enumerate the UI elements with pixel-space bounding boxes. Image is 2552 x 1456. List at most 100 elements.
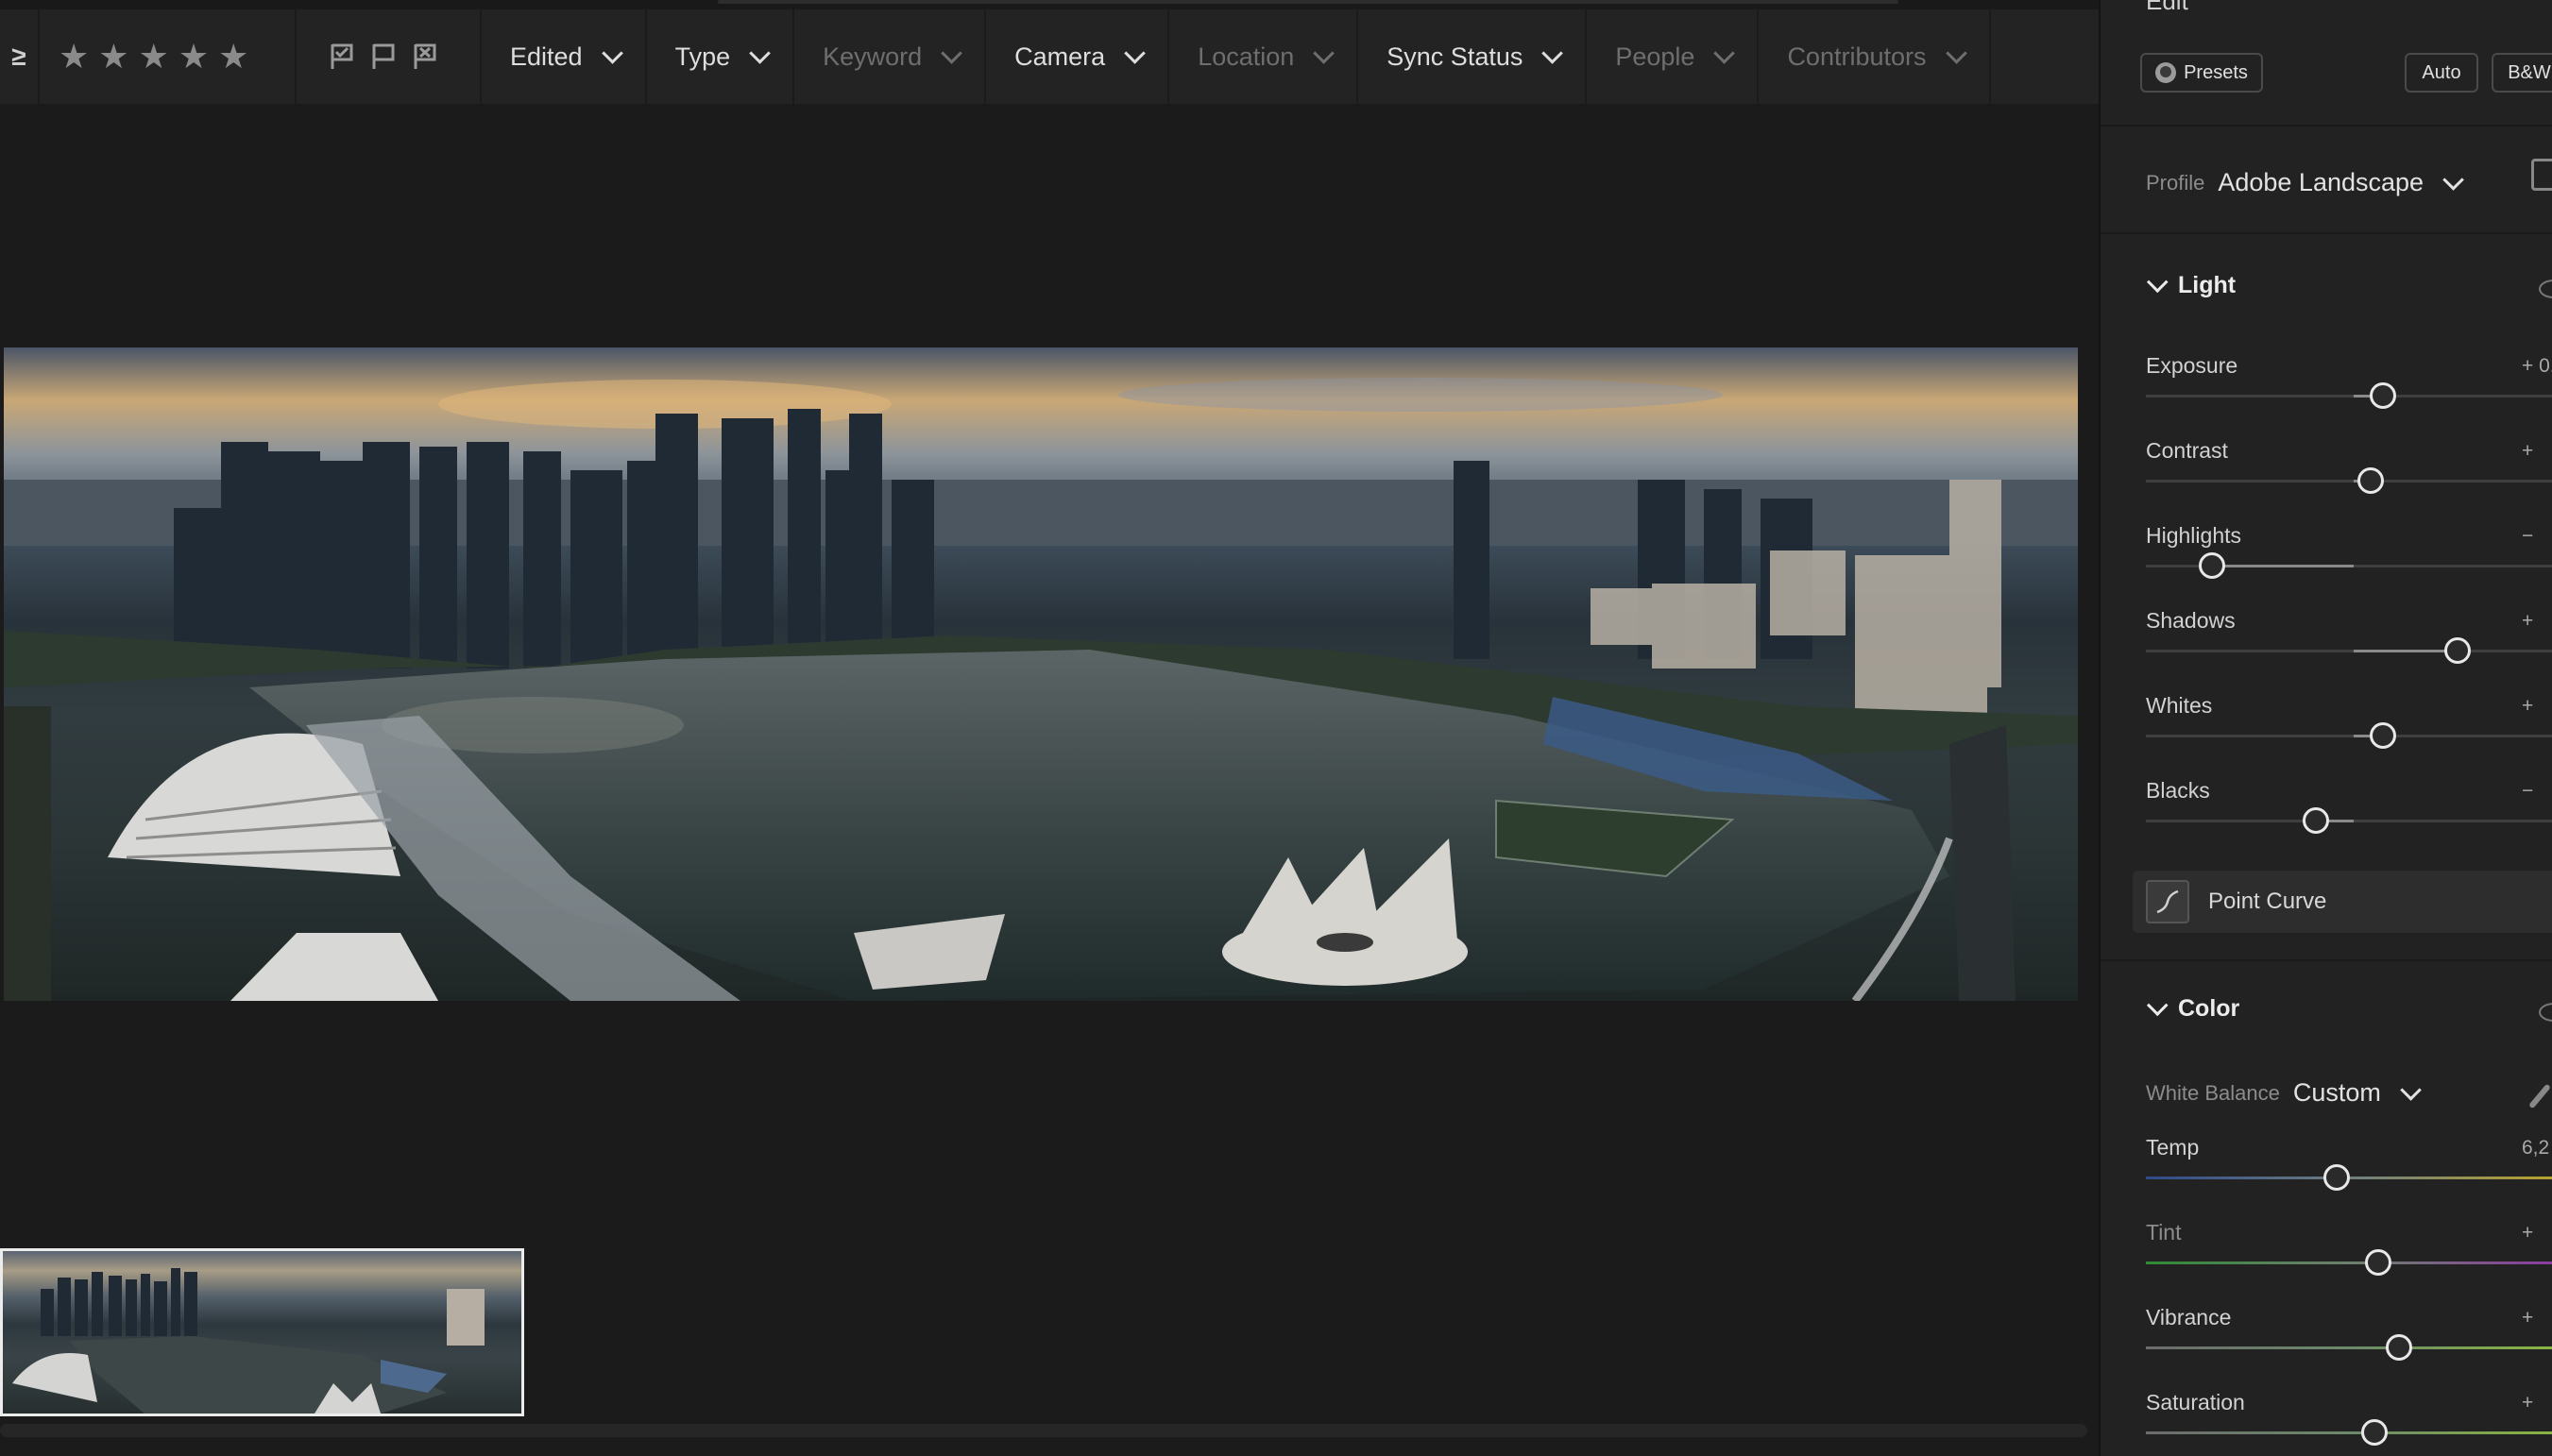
point-curve-label: Point Curve — [2208, 889, 2327, 914]
window-top-strip — [0, 0, 2099, 9]
vibrance-slider-knob[interactable] — [2386, 1334, 2413, 1361]
picked-flag-icon[interactable] — [329, 42, 355, 71]
point-curve-button[interactable]: Point Curve — [2133, 871, 2552, 933]
filter-people[interactable]: People — [1587, 9, 1760, 104]
filter-edited[interactable]: Edited — [482, 9, 647, 104]
tint-slider-knob[interactable] — [2365, 1249, 2392, 1276]
presets-button[interactable]: Presets — [2140, 53, 2263, 93]
divider — [2101, 125, 2552, 127]
chevron-down-icon — [1713, 42, 1736, 64]
contrast-slider[interactable] — [2146, 467, 2552, 494]
filmstrip-scrollbar[interactable] — [0, 1424, 2087, 1437]
filter-type[interactable]: Type — [647, 9, 795, 104]
highlights-label: Highlights — [2146, 523, 2241, 548]
tint-value[interactable]: + — [2522, 1222, 2533, 1244]
chevron-down-icon — [2146, 993, 2169, 1016]
tint-slider[interactable] — [2146, 1249, 2552, 1276]
white-balance-value: Custom — [2292, 1078, 2381, 1107]
blacks-slider-knob[interactable] — [2303, 807, 2330, 834]
tint-label: Tint — [2146, 1220, 2182, 1244]
profile-browser-icon[interactable] — [2531, 159, 2552, 191]
curve-icon — [2146, 880, 2189, 923]
filter-contributors-label: Contributors — [1787, 42, 1927, 71]
blacks-slider[interactable] — [2146, 807, 2552, 834]
filter-keyword[interactable]: Keyword — [794, 9, 987, 104]
shadows-slider[interactable] — [2146, 637, 2552, 664]
filter-location[interactable]: Location — [1169, 9, 1359, 104]
star-rating-filter: ★ ★ ★ ★ ★ — [40, 9, 297, 104]
star-icon-5[interactable]: ★ — [218, 40, 248, 74]
filter-toggle-button[interactable]: ≥ — [0, 9, 40, 104]
top-scroll-indicator[interactable] — [718, 0, 1898, 4]
rejected-flag-icon[interactable] — [412, 42, 438, 71]
vibrance-label: Vibrance — [2146, 1305, 2232, 1329]
chevron-down-icon — [601, 42, 623, 64]
shadows-slider-knob[interactable] — [2444, 637, 2471, 664]
divider — [2101, 959, 2552, 961]
temp-value[interactable]: 6,2 — [2522, 1137, 2549, 1160]
profile-selector[interactable]: Profile Adobe Landscape — [2146, 168, 2464, 197]
shadows-value[interactable]: + — [2522, 610, 2533, 633]
filter-people-label: People — [1615, 42, 1695, 71]
chevron-down-icon — [2400, 1078, 2422, 1101]
chevron-down-icon — [1945, 42, 1967, 64]
contrast-value[interactable]: + — [2522, 440, 2533, 463]
filter-bar: ≥ ★ ★ ★ ★ ★ Edited Type Keyword Camera L… — [0, 9, 2099, 104]
chevron-down-icon — [1541, 42, 1564, 64]
star-icon-3[interactable]: ★ — [139, 40, 169, 74]
light-section-header[interactable]: Light — [2146, 270, 2237, 299]
filter-camera[interactable]: Camera — [986, 9, 1170, 104]
flag-filter — [297, 9, 482, 104]
highlights-slider-knob[interactable] — [2199, 552, 2226, 579]
filter-location-label: Location — [1198, 42, 1295, 71]
blacks-value[interactable]: − — [2522, 780, 2533, 803]
filter-edited-label: Edited — [510, 42, 583, 71]
star-icon-2[interactable]: ★ — [98, 40, 128, 74]
main-photo[interactable] — [4, 347, 2078, 1001]
saturation-value[interactable]: + — [2522, 1392, 2533, 1414]
eyedropper-icon[interactable] — [2528, 1083, 2551, 1109]
exposure-label: Exposure — [2146, 353, 2238, 378]
filmstrip-thumbnail-selected[interactable] — [0, 1248, 524, 1416]
color-section-header[interactable]: Color — [2146, 993, 2239, 1023]
exposure-slider[interactable] — [2146, 382, 2552, 409]
contrast-label: Contrast — [2146, 438, 2228, 463]
saturation-label: Saturation — [2146, 1390, 2245, 1414]
filter-sync-status[interactable]: Sync Status — [1358, 9, 1588, 104]
filter-toggle-icon: ≥ — [11, 42, 26, 71]
whites-slider[interactable] — [2146, 722, 2552, 749]
eye-icon[interactable] — [2539, 1003, 2552, 1022]
auto-button[interactable]: Auto — [2405, 53, 2478, 93]
vibrance-slider[interactable] — [2146, 1334, 2552, 1361]
whites-value[interactable]: + — [2522, 695, 2533, 718]
chevron-down-icon — [2146, 270, 2169, 293]
filter-contributors[interactable]: Contributors — [1759, 9, 1991, 104]
white-balance-selector[interactable]: White Balance Custom — [2146, 1078, 2422, 1108]
eye-icon[interactable] — [2539, 279, 2552, 298]
white-balance-label: White Balance — [2146, 1080, 2280, 1105]
contrast-slider-knob[interactable] — [2356, 467, 2384, 494]
filter-keyword-label: Keyword — [823, 42, 923, 71]
city-panorama-image — [4, 347, 2078, 1001]
unflagged-icon[interactable] — [370, 42, 397, 71]
saturation-slider-knob[interactable] — [2361, 1419, 2388, 1446]
chevron-down-icon — [941, 42, 963, 64]
exposure-slider-knob[interactable] — [2369, 382, 2396, 409]
star-icon-1[interactable]: ★ — [59, 40, 89, 74]
temp-slider[interactable] — [2146, 1164, 2552, 1191]
saturation-slider[interactable] — [2146, 1419, 2552, 1446]
light-section-title: Light — [2178, 272, 2237, 298]
highlights-value[interactable]: − — [2522, 525, 2533, 548]
shadows-slider-fill — [2354, 650, 2458, 652]
chevron-down-icon — [749, 42, 771, 64]
presets-icon — [2155, 62, 2177, 83]
chevron-down-icon — [1124, 42, 1147, 64]
highlights-slider[interactable] — [2146, 552, 2552, 579]
vibrance-value[interactable]: + — [2522, 1307, 2533, 1329]
exposure-value[interactable]: + 0. — [2522, 355, 2552, 378]
presets-label: Presets — [2184, 61, 2248, 83]
bw-button[interactable]: B&W — [2492, 53, 2552, 93]
whites-slider-knob[interactable] — [2369, 722, 2396, 749]
temp-slider-knob[interactable] — [2323, 1164, 2351, 1191]
star-icon-4[interactable]: ★ — [179, 40, 209, 74]
